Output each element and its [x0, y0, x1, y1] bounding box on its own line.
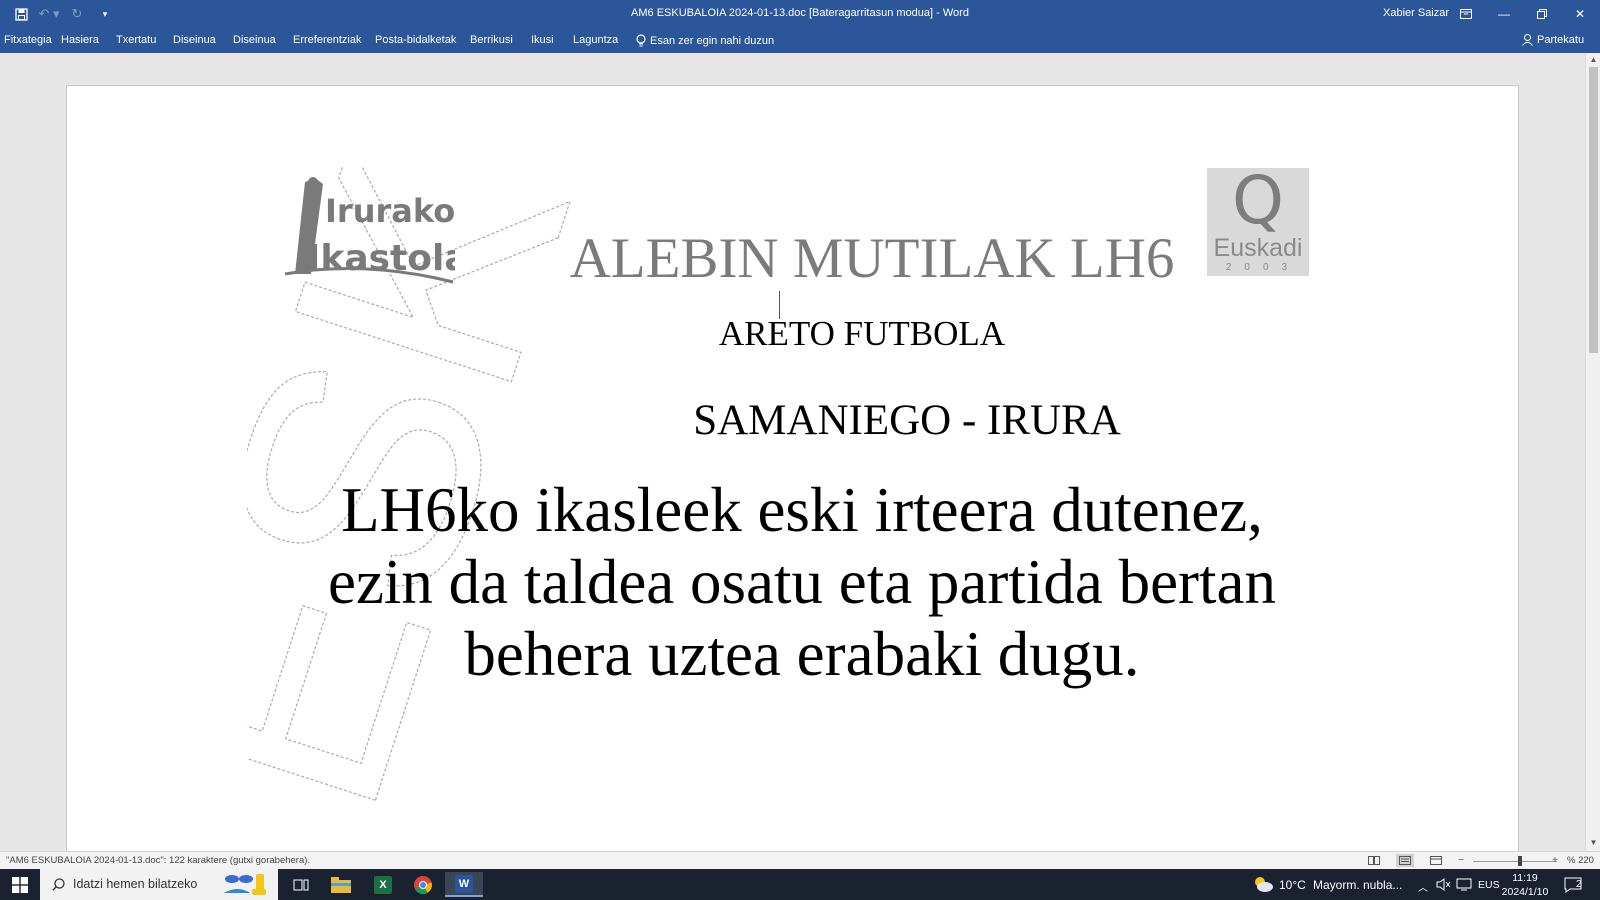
close-icon[interactable]: ✕	[1557, 0, 1600, 28]
irurako-ikastola-logo: Irurako Ikastola	[284, 177, 455, 284]
ribbon-tabs: Fitxategia Hasiera Txertatu Diseinua Dis…	[0, 28, 1600, 53]
tab-home[interactable]: Hasiera	[61, 34, 99, 46]
taskbar-clock[interactable]: 11:19 2024/1/10	[1500, 871, 1550, 899]
scrollbar-thumb[interactable]	[1589, 67, 1598, 353]
speaker-muted-icon[interactable]	[1436, 878, 1451, 891]
match-teams: SAMANIEGO - IRURA	[693, 397, 1121, 444]
document-body: LH6ko ikasleek eski irteera dutenez, ezi…	[247, 474, 1357, 690]
tab-mailings[interactable]: Posta-bidalketak	[375, 34, 456, 46]
file-explorer-icon[interactable]	[322, 872, 360, 897]
share-label: Partekatu	[1537, 34, 1585, 46]
svg-text:Irurako: Irurako	[325, 192, 455, 230]
status-bar: "AM6 ESKUBALOIA 2024-01-13.doc": 122 kar…	[0, 851, 1600, 869]
zoom-slider-track[interactable]	[1473, 861, 1557, 862]
weather-cloud-icon[interactable]	[1252, 876, 1274, 892]
tab-insert[interactable]: Txertatu	[116, 34, 156, 46]
window-title: AM6 ESKUBALOIA 2024-01-13.doc [Bateragar…	[631, 7, 969, 19]
weather-temp[interactable]: 10°C	[1279, 878, 1306, 892]
notifications-icon[interactable]: 2	[1558, 874, 1588, 896]
user-name[interactable]: Xabier Saizar	[1383, 7, 1449, 19]
network-icon[interactable]	[1456, 878, 1472, 891]
title-bar: ↶ ▾ ↻ ▾ AM6 ESKUBALOIA 2024-01-13.doc [B…	[0, 0, 1600, 28]
status-message: "AM6 ESKUBALOIA 2024-01-13.doc": 122 kar…	[6, 855, 311, 866]
excel-icon[interactable]: X	[364, 872, 402, 897]
tab-help[interactable]: Laguntza	[573, 34, 618, 46]
tab-view[interactable]: Ikusi	[531, 34, 554, 46]
zoom-level[interactable]: % 220	[1567, 855, 1594, 866]
word-icon[interactable]: W	[445, 872, 483, 897]
tell-me-label: Esan zer egin nahi duzun	[650, 34, 775, 47]
tab-review[interactable]: Berrikusi	[470, 34, 513, 46]
weather-description[interactable]: Mayorm. nubla...	[1313, 878, 1402, 892]
web-layout-icon[interactable]	[1427, 854, 1445, 867]
tab-layout[interactable]: Diseinua	[233, 34, 276, 46]
scroll-down-arrow-icon[interactable]: ▼	[1586, 838, 1600, 847]
tab-references[interactable]: Erreferentziak	[293, 34, 361, 46]
zoom-slider-thumb[interactable]	[1518, 856, 1522, 866]
scroll-up-arrow-icon[interactable]: ▲	[1586, 55, 1600, 64]
share-button[interactable]: Partekatu	[1522, 34, 1584, 46]
taskbar-search-box[interactable]: Idatzi hemen bilatzeko	[40, 869, 278, 900]
tell-me-box[interactable]: Esan zer egin nahi duzun	[636, 34, 774, 47]
search-icon	[52, 878, 65, 891]
person-icon	[1522, 34, 1533, 46]
body-line: LH6ko ikasleek eski irteera dutenez,	[341, 475, 1263, 545]
svg-text:Ikastola: Ikastola	[307, 238, 455, 279]
input-language[interactable]: EUS	[1478, 879, 1500, 891]
search-placeholder: Idatzi hemen bilatzeko	[73, 877, 198, 891]
show-hidden-icons-icon[interactable]: ︿	[1418, 879, 1428, 894]
task-view-icon[interactable]	[282, 872, 320, 897]
document-subtitle: ARETO FUTBOLA	[718, 314, 1006, 353]
read-mode-icon[interactable]	[1365, 854, 1383, 867]
clock-date: 2024/1/10	[1501, 886, 1549, 898]
print-layout-icon[interactable]	[1396, 854, 1414, 867]
windows-start-icon[interactable]	[0, 869, 40, 900]
lightbulb-icon	[636, 34, 646, 47]
body-line: ezin da taldea osatu eta partida bertan	[327, 547, 1276, 617]
clock-time: 11:19	[1512, 872, 1538, 884]
tab-file[interactable]: Fitxategia	[4, 34, 52, 46]
zoom-in-icon[interactable]: +	[1546, 854, 1564, 867]
search-highlight-icon[interactable]	[218, 871, 274, 898]
tab-design[interactable]: Diseinua	[173, 34, 216, 46]
chrome-icon[interactable]	[404, 872, 442, 897]
notifications-count: 2	[1576, 879, 1582, 890]
body-line: behera uztea erabaki dugu.	[464, 619, 1140, 689]
taskbar: Idatzi hemen bilatzeko X W 10°C Mayorm. …	[0, 869, 1600, 900]
document-area[interactable]: ESKOLA KIROLA Irurako Ikastola Q Euskadi…	[0, 53, 1585, 851]
zoom-out-icon[interactable]: −	[1452, 854, 1470, 867]
document-title: ALEBIN MUTILAK LH6	[569, 227, 1175, 290]
document-page[interactable]: ESKOLA KIROLA Irurako Ikastola Q Euskadi…	[66, 85, 1519, 851]
vertical-scrollbar[interactable]: ▲ ▼	[1585, 53, 1600, 851]
